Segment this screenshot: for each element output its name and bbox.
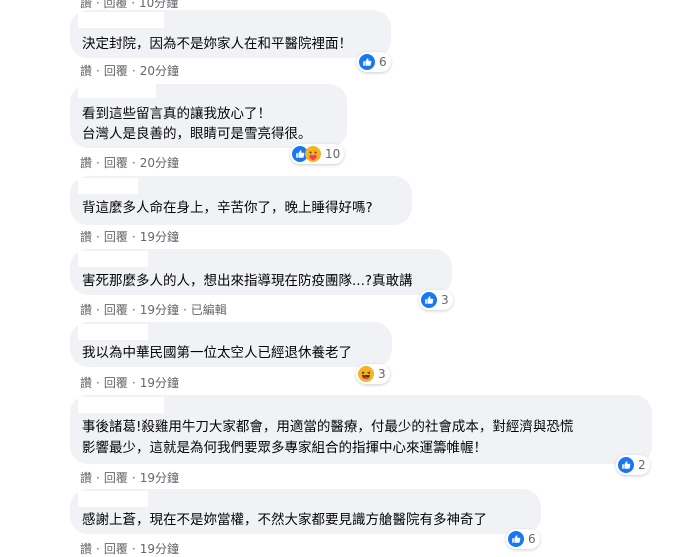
comment-bubble: 感謝上蒼，現在不是妳當權，不然大家都要見識方艙醫院有多神奇了 (70, 489, 541, 534)
author-name[interactable] (78, 178, 138, 194)
like-link[interactable]: 讚 (80, 375, 92, 391)
comment-text: 影響最少，這就是為何我們要眾多專家組合的指揮中心來運籌帷幄！ (82, 440, 487, 456)
reaction-count: 3 (441, 293, 449, 307)
comment-bubble: 決定封院，因為不是妳家人在和平醫院裡面！ (70, 10, 391, 58)
reaction-count: 6 (379, 55, 387, 69)
comment-actions: 讚 · 回覆 · 19分鐘 (80, 229, 179, 245)
comment-actions: 讚 · 回覆 · 20分鐘 (80, 63, 179, 79)
like-link[interactable]: 讚 (80, 0, 92, 10)
reaction-summary[interactable]: 3 (419, 290, 453, 310)
comment-text: 我以為中華民國第一位太空人已經退休養老了 (82, 345, 352, 361)
like-link[interactable]: 讚 (80, 155, 92, 171)
comment-bubble: 事後諸葛!殺雞用牛刀大家都會，用適當的醫療，付最少的社會成本，對經濟與恐慌 影響… (70, 395, 652, 464)
like-icon (421, 292, 437, 308)
comment-time[interactable]: 19分鐘 (140, 470, 179, 486)
comment-bubble: 害死那麼多人的人，想出來指導現在防疫團隊...?真敢講 (70, 249, 452, 295)
reaction-summary[interactable]: 3 (356, 364, 390, 384)
comment-actions: 讚 · 回覆 · 19分鐘 (80, 470, 179, 486)
avatar[interactable] (20, 84, 52, 116)
comment-actions: 讚 · 回覆 · 19分鐘 · 已編輯 (80, 302, 227, 318)
comment-bubble: 我以為中華民國第一位太空人已經退休養老了 (70, 322, 392, 367)
author-name[interactable] (78, 12, 164, 28)
author-name[interactable] (78, 397, 164, 413)
comment-time[interactable]: 20分鐘 (140, 63, 179, 79)
author-name[interactable] (78, 491, 148, 507)
reaction-summary[interactable]: 2 (616, 455, 650, 475)
like-link[interactable]: 讚 (80, 63, 92, 79)
comment-time[interactable]: 19分鐘 (140, 375, 179, 391)
haha-icon (358, 366, 374, 382)
like-icon (508, 531, 524, 547)
reaction-summary[interactable]: 6 (357, 52, 391, 72)
reaction-summary[interactable]: 6 (506, 529, 540, 549)
comment-actions: 讚 · 回覆 · 20分鐘 (80, 155, 179, 171)
avatar[interactable] (20, 176, 52, 208)
care-icon (305, 146, 321, 162)
comment-text: 背這麼多人命在身上，辛苦你了，晚上睡得好嗎? (82, 200, 373, 216)
reply-link[interactable]: 回覆 (104, 155, 128, 171)
avatar[interactable] (20, 10, 52, 42)
like-link[interactable]: 讚 (80, 229, 92, 245)
comment-time[interactable]: 10分鐘 (139, 0, 178, 10)
comment-time[interactable]: 19分鐘 (140, 302, 179, 318)
author-name[interactable] (78, 84, 156, 98)
comment-actions: 讚 · 回覆 · 19分鐘 (80, 375, 179, 391)
author-name[interactable] (78, 324, 148, 340)
comment-bubble: 背這麼多人命在身上，辛苦你了，晚上睡得好嗎? (70, 176, 412, 225)
reaction-summary[interactable]: 10 (290, 144, 345, 164)
comment-text: 台灣人是良善的，眼睛可是雪亮得很。 (82, 126, 312, 142)
reply-link[interactable]: 回覆 (104, 63, 128, 79)
like-link[interactable]: 讚 (80, 302, 92, 318)
reply-link[interactable]: 回覆 (103, 0, 127, 10)
like-icon (359, 54, 375, 70)
avatar[interactable] (20, 489, 52, 521)
reply-link[interactable]: 回覆 (104, 302, 128, 318)
reaction-count: 10 (325, 147, 341, 161)
avatar[interactable] (20, 322, 52, 354)
reaction-count: 2 (638, 458, 646, 472)
reaction-count: 3 (378, 367, 386, 381)
comment-text: 感謝上蒼，現在不是妳當權，不然大家都要見識方艙醫院有多神奇了 (82, 512, 487, 528)
avatar[interactable] (20, 395, 52, 427)
reaction-count: 6 (528, 532, 536, 546)
comment-text: 事後諸葛!殺雞用牛刀大家都會，用適當的醫療，付最少的社會成本，對經濟與恐慌 (82, 419, 574, 435)
reply-link[interactable]: 回覆 (104, 470, 128, 486)
avatar[interactable] (20, 249, 52, 281)
comment-text: 看到這些留言真的讓我放心了！ (82, 106, 271, 122)
author-name[interactable] (78, 251, 148, 267)
like-link[interactable]: 讚 (80, 470, 92, 486)
reply-link[interactable]: 回覆 (104, 229, 128, 245)
comment-time[interactable]: 19分鐘 (140, 229, 179, 245)
comment-text: 決定封院，因為不是妳家人在和平醫院裡面！ (82, 36, 352, 52)
like-icon (618, 457, 634, 473)
comment-text: 害死那麼多人的人，想出來指導現在防疫團隊...?真敢講 (82, 273, 413, 289)
edited-label[interactable]: 已編輯 (191, 302, 227, 318)
comment-time[interactable]: 20分鐘 (140, 155, 179, 171)
reply-link[interactable]: 回覆 (104, 375, 128, 391)
comment-bubble: 看到這些留言真的讓我放心了！ 台灣人是良善的，眼睛可是雪亮得很。 (70, 84, 347, 148)
